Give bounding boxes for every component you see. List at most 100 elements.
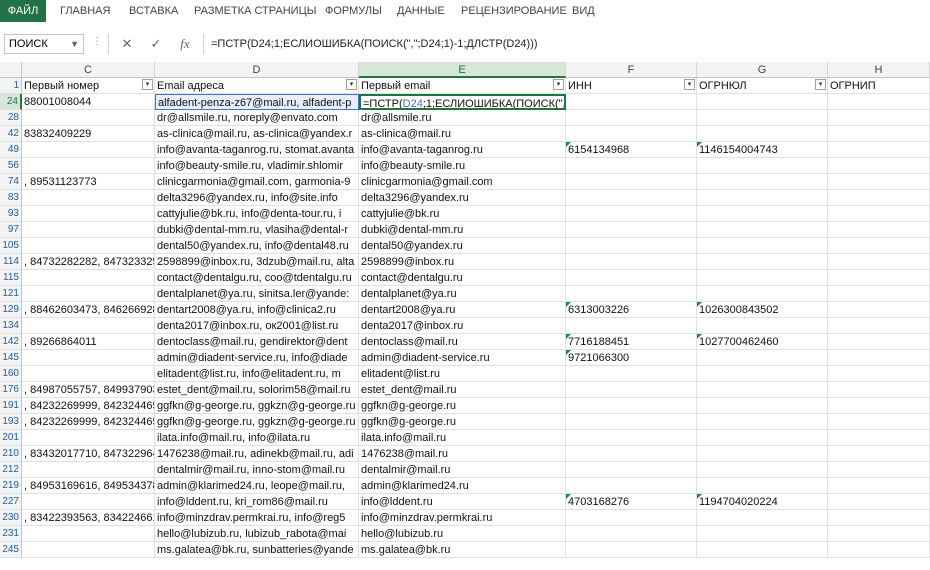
cell-h[interactable] [828, 126, 930, 142]
cell-c[interactable]: , 84232269999, 84232446500 [22, 398, 155, 414]
cell-h[interactable] [828, 334, 930, 350]
cell-c[interactable] [22, 366, 155, 382]
cell-g[interactable] [697, 462, 828, 478]
cell-g[interactable] [697, 206, 828, 222]
cell-e[interactable]: delta3296@yandex.ru [359, 190, 566, 206]
header-cell-g[interactable]: ОГРНЮЛ ▾ [697, 78, 828, 94]
cell-c[interactable]: , 83422393563, 83422466112 [22, 510, 155, 526]
cell-f[interactable] [566, 446, 697, 462]
tab-file[interactable]: ФАЙЛ [0, 0, 46, 22]
cell-f[interactable] [566, 510, 697, 526]
cell-g[interactable] [697, 270, 828, 286]
cell-h[interactable] [828, 190, 930, 206]
cell-e-editing[interactable]: =ПСТР(D24;1;ЕСЛИОШИБКА(ПОИСК(",";D24;1)-… [359, 94, 566, 110]
cell-d[interactable]: hello@lubizub.ru, lubizub_rabota@mai [155, 526, 359, 542]
cell-h[interactable] [828, 222, 930, 238]
cell-h[interactable] [828, 382, 930, 398]
cell-d[interactable]: estet_dent@mail.ru, solorim58@mail.ru [155, 382, 359, 398]
cell-d[interactable]: info@avanta-taganrog.ru, stomat.avanta [155, 142, 359, 158]
cell-c[interactable] [22, 526, 155, 542]
cell-h[interactable] [828, 238, 930, 254]
cell-e[interactable]: hello@lubizub.ru [359, 526, 566, 542]
cell-e[interactable]: dental50@yandex.ru [359, 238, 566, 254]
cell-d[interactable]: admin@klarimed24.ru, leope@mail.ru, [155, 478, 359, 494]
cell-c[interactable]: , 84732282282, 84732332590 [22, 254, 155, 270]
cell-e[interactable]: estet_dent@mail.ru [359, 382, 566, 398]
cell-h[interactable] [828, 542, 930, 558]
cell-h[interactable] [828, 414, 930, 430]
cancel-button[interactable]: ✕ [116, 34, 138, 54]
cell-f[interactable] [566, 366, 697, 382]
row-header[interactable]: 201 [0, 430, 22, 446]
row-header[interactable]: 24 [0, 94, 22, 110]
cell-e[interactable]: admin@diadent-service.ru [359, 350, 566, 366]
cell-c[interactable] [22, 350, 155, 366]
cell-f[interactable] [566, 542, 697, 558]
cell-e[interactable]: denta2017@inbox.ru [359, 318, 566, 334]
cell-f[interactable] [566, 174, 697, 190]
row-header[interactable]: 176 [0, 382, 22, 398]
cell-c[interactable] [22, 318, 155, 334]
row-header[interactable]: 115 [0, 270, 22, 286]
cell-f[interactable]: 6313003226 [566, 302, 697, 318]
cell-h[interactable] [828, 254, 930, 270]
cell-e[interactable]: info@beauty-smile.ru [359, 158, 566, 174]
cell-e[interactable]: elitadent@list.ru [359, 366, 566, 382]
row-header[interactable]: 97 [0, 222, 22, 238]
cell-f[interactable] [566, 526, 697, 542]
cell-d[interactable]: delta3296@yandex.ru, info@site.info [155, 190, 359, 206]
cell-f[interactable]: 7716188451 [566, 334, 697, 350]
cell-h[interactable] [828, 158, 930, 174]
header-cell-f[interactable]: ИНН ▾ [566, 78, 697, 94]
cell-c[interactable] [22, 542, 155, 558]
cell-e[interactable]: ggfkn@g-george.ru [359, 414, 566, 430]
cell-h[interactable] [828, 142, 930, 158]
cell-g[interactable] [697, 478, 828, 494]
cell-c[interactable]: 88001008044 [22, 94, 155, 110]
row-header[interactable]: 83 [0, 190, 22, 206]
cell-e[interactable]: info@lddent.ru [359, 494, 566, 510]
cell-g[interactable] [697, 126, 828, 142]
cell-f[interactable] [566, 94, 697, 110]
cell-c[interactable]: , 84953169616, 84953437845 [22, 478, 155, 494]
cell-d[interactable]: ms.galatea@bk.ru, sunbatteries@yande [155, 542, 359, 558]
column-header-d[interactable]: D [155, 62, 359, 78]
cell-c[interactable] [22, 158, 155, 174]
cell-f[interactable] [566, 158, 697, 174]
cell-c[interactable]: , 84987055757, 84993790375 [22, 382, 155, 398]
cell-h[interactable] [828, 494, 930, 510]
cell-h[interactable] [828, 110, 930, 126]
cell-g[interactable] [697, 350, 828, 366]
cell-c[interactable] [22, 494, 155, 510]
cell-g[interactable] [697, 254, 828, 270]
cell-g[interactable] [697, 110, 828, 126]
column-header-h[interactable]: H [828, 62, 930, 78]
cell-f[interactable] [566, 462, 697, 478]
cell-h[interactable] [828, 318, 930, 334]
cell-f[interactable] [566, 270, 697, 286]
cell-d[interactable]: cattyjulie@bk.ru, info@denta-tour.ru, i [155, 206, 359, 222]
cell-g[interactable]: 1194704020224 [697, 494, 828, 510]
column-header-c[interactable]: C [22, 62, 155, 78]
cell-h[interactable] [828, 462, 930, 478]
row-header[interactable]: 145 [0, 350, 22, 366]
cell-e[interactable]: 2598899@inbox.ru [359, 254, 566, 270]
cell-g[interactable] [697, 510, 828, 526]
cell-d[interactable]: dentalmir@mail.ru, inno-stom@mail.ru [155, 462, 359, 478]
cell-f[interactable] [566, 254, 697, 270]
row-header[interactable]: 1 [0, 78, 22, 94]
cell-e[interactable]: as-clinica@mail.ru [359, 126, 566, 142]
cell-d[interactable]: dubki@dental-mm.ru, vlasiha@dental-r [155, 222, 359, 238]
cell-e[interactable]: dr@allsmile.ru [359, 110, 566, 126]
cell-d[interactable]: dental50@yandex.ru, info@dental48.ru [155, 238, 359, 254]
cell-f[interactable] [566, 206, 697, 222]
cell-e[interactable]: admin@klarimed24.ru [359, 478, 566, 494]
cell-e[interactable]: cattyjulie@bk.ru [359, 206, 566, 222]
cell-g[interactable] [697, 94, 828, 110]
enter-button[interactable]: ✓ [145, 34, 167, 54]
cell-g[interactable] [697, 382, 828, 398]
row-header[interactable]: 230 [0, 510, 22, 526]
cell-f[interactable]: 9721066300 [566, 350, 697, 366]
tab-view[interactable]: ВИД [572, 0, 595, 22]
cell-d[interactable]: ggfkn@g-george.ru, ggkzn@g-george.ru [155, 398, 359, 414]
